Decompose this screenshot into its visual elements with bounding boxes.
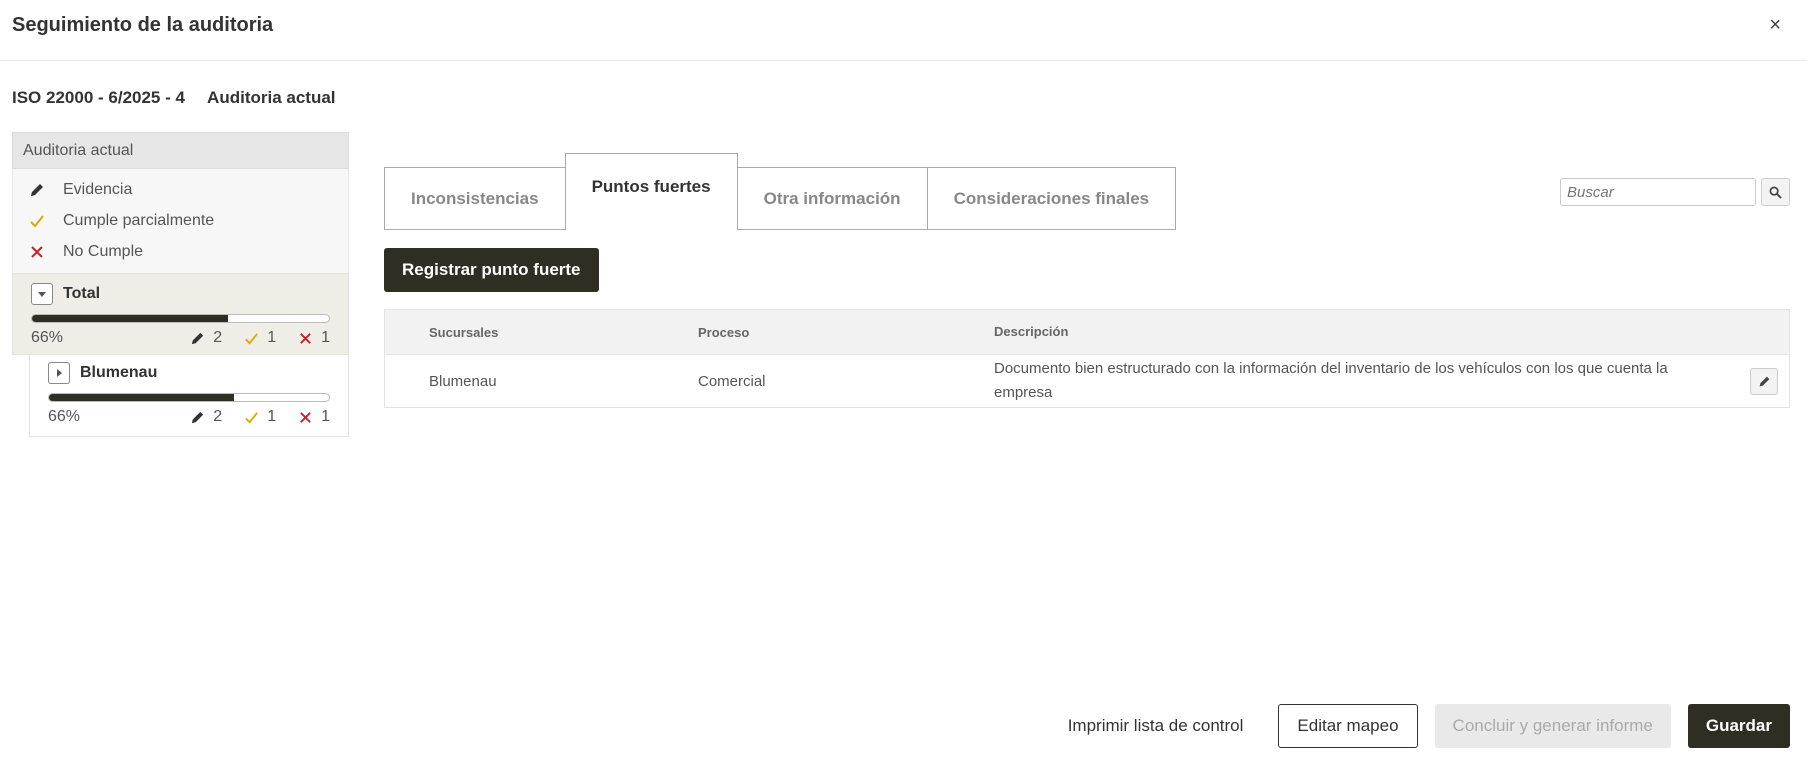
noncompliant-count: 1 [321, 329, 330, 346]
noncompliant-count: 1 [321, 408, 330, 425]
progress-percent: 66% [31, 329, 64, 346]
tab-puntos-fuertes[interactable]: Puntos fuertes [564, 153, 738, 230]
tree-node-total[interactable]: Total 66% 2 1 1 [12, 273, 349, 355]
check-icon [245, 411, 259, 424]
save-button[interactable]: Guardar [1687, 704, 1790, 748]
tree-node-blumenau[interactable]: Blumenau 66% 2 1 1 [29, 355, 349, 437]
edit-mapping-button[interactable]: Editar mapeo [1278, 704, 1418, 748]
check-icon [29, 213, 63, 229]
cell-descripcion: Documento bien estructurado con la infor… [994, 360, 1668, 401]
tab-otra-informacion[interactable]: Otra información [736, 167, 928, 230]
cell-proceso: Comercial [698, 372, 766, 390]
search-button[interactable] [1761, 178, 1790, 206]
modal-header: Seguimiento de la auditoria × [0, 0, 1807, 61]
search-input[interactable] [1560, 178, 1756, 206]
x-icon [300, 411, 311, 423]
legend-item-evidence: Evidencia [29, 174, 332, 205]
x-icon [300, 332, 311, 344]
pencil-icon [192, 411, 204, 423]
modal-footer: Imprimir lista de control Editar mapeo C… [1033, 704, 1790, 748]
legend-label: Cumple parcialmente [63, 211, 215, 229]
pencil-icon [192, 332, 204, 344]
progress-bar [48, 393, 330, 402]
chevron-right-icon[interactable] [48, 362, 70, 384]
audit-status: Auditoria actual [207, 88, 336, 107]
edit-row-button[interactable] [1750, 368, 1778, 395]
column-header-proceso[interactable]: Proceso [698, 310, 749, 354]
progress-percent: 66% [48, 408, 81, 425]
legend-label: No Cumple [63, 242, 144, 260]
check-icon [245, 332, 259, 345]
audit-tree-panel: Auditoria actual Evidencia Cumple parcia… [12, 132, 349, 437]
panel-header: Auditoria actual [12, 132, 349, 169]
x-icon [29, 244, 63, 260]
column-header-sucursales[interactable]: Sucursales [429, 310, 498, 354]
column-header-descripcion[interactable]: Descripción [994, 310, 1714, 354]
legend-item-partial: Cumple parcialmente [29, 205, 332, 236]
partial-count: 1 [267, 408, 277, 425]
pencil-icon [1759, 376, 1769, 387]
legend-label: Evidencia [63, 180, 133, 198]
search-icon [1769, 186, 1782, 199]
table-header: Sucursales Proceso Descripción [385, 310, 1789, 354]
close-button[interactable]: × [1769, 14, 1781, 36]
legend-item-noncompliant: No Cumple [29, 236, 332, 267]
legend: Evidencia Cumple parcialmente No Cumple [12, 169, 349, 273]
audit-info: ISO 22000 - 6/2025 - 4 Auditoria actual [12, 88, 354, 108]
register-strength-button[interactable]: Registrar punto fuerte [384, 248, 599, 292]
search-box [1560, 178, 1790, 206]
tab-inconsistencias[interactable]: Inconsistencias [384, 167, 566, 230]
strengths-table: Sucursales Proceso Descripción Blumenau … [384, 309, 1790, 408]
progress-bar [31, 314, 330, 323]
tab-consideraciones-finales[interactable]: Consideraciones finales [926, 167, 1177, 230]
cell-sucursal: Blumenau [429, 372, 497, 390]
audit-code: ISO 22000 - 6/2025 - 4 [12, 88, 185, 107]
modal-title: Seguimiento de la auditoria [12, 14, 274, 36]
node-label: Blumenau [80, 364, 158, 381]
conclude-report-button[interactable]: Concluir y generar informe [1434, 704, 1671, 748]
pencil-icon [29, 182, 63, 198]
evidence-count: 2 [213, 408, 223, 425]
chevron-down-icon[interactable] [31, 283, 53, 305]
evidence-count: 2 [213, 329, 223, 346]
print-checklist-button[interactable]: Imprimir lista de control [1050, 704, 1262, 748]
tab-bar: Inconsistencias Puntos fuertes Otra info… [384, 153, 1177, 230]
table-row[interactable]: Blumenau Comercial Documento bien estruc… [385, 354, 1789, 407]
node-label: Total [63, 285, 101, 302]
partial-count: 1 [267, 329, 277, 346]
